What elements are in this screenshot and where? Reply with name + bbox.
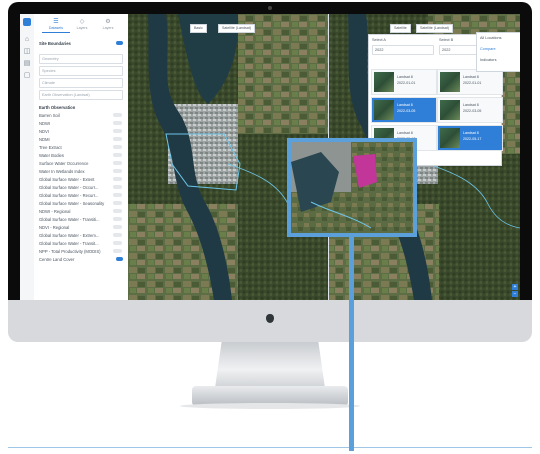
- mode-all-locations[interactable]: All Locations: [480, 36, 502, 40]
- layer-controls[interactable]: [113, 233, 122, 237]
- geometry-select[interactable]: Geometry: [39, 54, 123, 64]
- layer-controls[interactable]: [113, 153, 122, 157]
- layers-panel: ☰ Datasets ◇ Layers ⚙ Layers Site Bounda…: [34, 14, 129, 300]
- layer-item[interactable]: Global Surface Water - Occurr...: [39, 184, 123, 191]
- zoom-in-button[interactable]: +: [512, 284, 518, 290]
- layer-controls[interactable]: [113, 249, 122, 253]
- mode-indicators[interactable]: Indicators: [480, 58, 496, 62]
- app-icon-bar: ⌂ ◫ ▤ ▢: [20, 14, 35, 300]
- layer-controls[interactable]: [113, 169, 122, 173]
- mode-compare[interactable]: Compare: [480, 47, 496, 51]
- scene-thumb-selected[interactable]: Landsat 8 2022-05-17: [437, 125, 503, 151]
- scene-thumb[interactable]: Landsat 8 2022-03-05: [437, 97, 503, 123]
- callout-frame: [287, 138, 417, 237]
- layer-item[interactable]: Tree Extract: [39, 144, 123, 151]
- tab-layers[interactable]: ◇ Layers: [68, 18, 96, 32]
- monitor-mockup: ⌂ ◫ ▤ ▢ ☰ Datasets ◇ Layers ⚙ Layers Sit…: [0, 0, 540, 454]
- layer-item[interactable]: Global Surface Water - Transiti...: [39, 216, 123, 223]
- stand-shadow: [180, 403, 360, 409]
- layer-controls[interactable]: [113, 209, 122, 213]
- scene-thumb-selected[interactable]: Landsat 8 2022-03-05: [371, 97, 437, 123]
- year-select-a[interactable]: 2022: [372, 45, 434, 55]
- home-icon[interactable]: ⌂: [23, 36, 31, 44]
- layer-controls[interactable]: [113, 129, 122, 133]
- monitor-stand-neck: [215, 342, 325, 388]
- layer-controls[interactable]: [113, 121, 122, 125]
- layer-item[interactable]: Global Surface Water - Extrem...: [39, 232, 123, 239]
- layer-controls[interactable]: [113, 137, 122, 141]
- layer-item[interactable]: Water Bodies: [39, 152, 123, 159]
- layer-controls[interactable]: [113, 217, 122, 221]
- apple-logo-icon: [266, 314, 274, 323]
- layer-item[interactable]: Surface Water Occurrence: [39, 160, 123, 167]
- layer-item[interactable]: Global Surface Water - Transit...: [39, 240, 123, 247]
- layer-controls[interactable]: [113, 113, 122, 117]
- climate-select[interactable]: Climate: [39, 78, 123, 88]
- app-logo-icon[interactable]: [23, 18, 31, 26]
- layer-item[interactable]: Centre Land Cover: [39, 256, 123, 263]
- layer-controls[interactable]: [113, 161, 122, 165]
- database-icon: ☰: [53, 19, 59, 25]
- species-select[interactable]: Species: [39, 66, 123, 76]
- layers-icon: ◇: [79, 19, 85, 25]
- camera-dot: [268, 6, 272, 10]
- panel-tabs: ☰ Datasets ◇ Layers ⚙ Layers: [34, 18, 128, 33]
- basemap-basic-button[interactable]: Basic: [190, 24, 207, 33]
- floor-line: [8, 447, 532, 448]
- gear-icon: ⚙: [105, 19, 111, 25]
- scene-thumb[interactable]: Landsat 8 2022-01-01: [437, 69, 503, 95]
- map-mode-panel: All Locations Compare Indicators: [476, 32, 520, 72]
- layer-item[interactable]: NDWI - Regional: [39, 208, 123, 215]
- map-icon[interactable]: ◫: [23, 48, 31, 56]
- layer-controls[interactable]: [113, 185, 122, 189]
- layer-controls[interactable]: [113, 201, 122, 205]
- layer-item[interactable]: NDWI: [39, 120, 123, 127]
- layer-controls[interactable]: [113, 241, 122, 245]
- layer-toggle[interactable]: [116, 257, 123, 261]
- tab-datasets[interactable]: ☰ Datasets: [42, 18, 70, 33]
- earth-observation-select[interactable]: Earth Observation (Landsat): [39, 90, 123, 100]
- scene-thumb[interactable]: Landsat 8 2022-01-01: [371, 69, 437, 95]
- compare-landsat-button[interactable]: Satellite (Landsat): [416, 24, 453, 33]
- site-boundaries-toggle[interactable]: [116, 41, 123, 45]
- app-screen: ⌂ ◫ ▤ ▢ ☰ Datasets ◇ Layers ⚙ Layers Sit…: [20, 14, 520, 300]
- layer-item[interactable]: NPP - Total Productivity (MODIS): [39, 248, 123, 255]
- layer-item[interactable]: Global Surface Water - Recurr...: [39, 192, 123, 199]
- zoom-out-button[interactable]: −: [512, 291, 518, 297]
- layer-item[interactable]: Water In Wetlands Index: [39, 168, 123, 175]
- layer-item[interactable]: Barren Soil: [39, 112, 123, 119]
- basemap-landsat-button[interactable]: Satellite (Landsat): [218, 24, 255, 33]
- layer-controls[interactable]: [113, 225, 122, 229]
- document-icon[interactable]: ▢: [23, 72, 31, 80]
- layer-item[interactable]: NDVI: [39, 128, 123, 135]
- layer-controls[interactable]: [113, 145, 122, 149]
- section-title: Earth Observation: [39, 105, 76, 110]
- layer-controls[interactable]: [113, 193, 122, 197]
- layer-item[interactable]: Global Surface Water - Seasonality: [39, 200, 123, 207]
- tab-settings[interactable]: ⚙ Layers: [94, 18, 122, 32]
- layer-item[interactable]: Global Surface Water - Extent: [39, 176, 123, 183]
- chart-icon[interactable]: ▤: [23, 60, 31, 68]
- select-a-label: Select A: [372, 38, 386, 42]
- layer-controls[interactable]: [113, 177, 122, 181]
- site-boundaries-row[interactable]: Site Boundaries: [39, 40, 123, 47]
- compare-satellite-button[interactable]: Satellite: [390, 24, 411, 33]
- select-b-label: Select B: [439, 38, 454, 42]
- layer-item[interactable]: NDMI: [39, 136, 123, 143]
- layer-item[interactable]: NDVI - Regional: [39, 224, 123, 231]
- callout-pointer-line: [349, 237, 354, 451]
